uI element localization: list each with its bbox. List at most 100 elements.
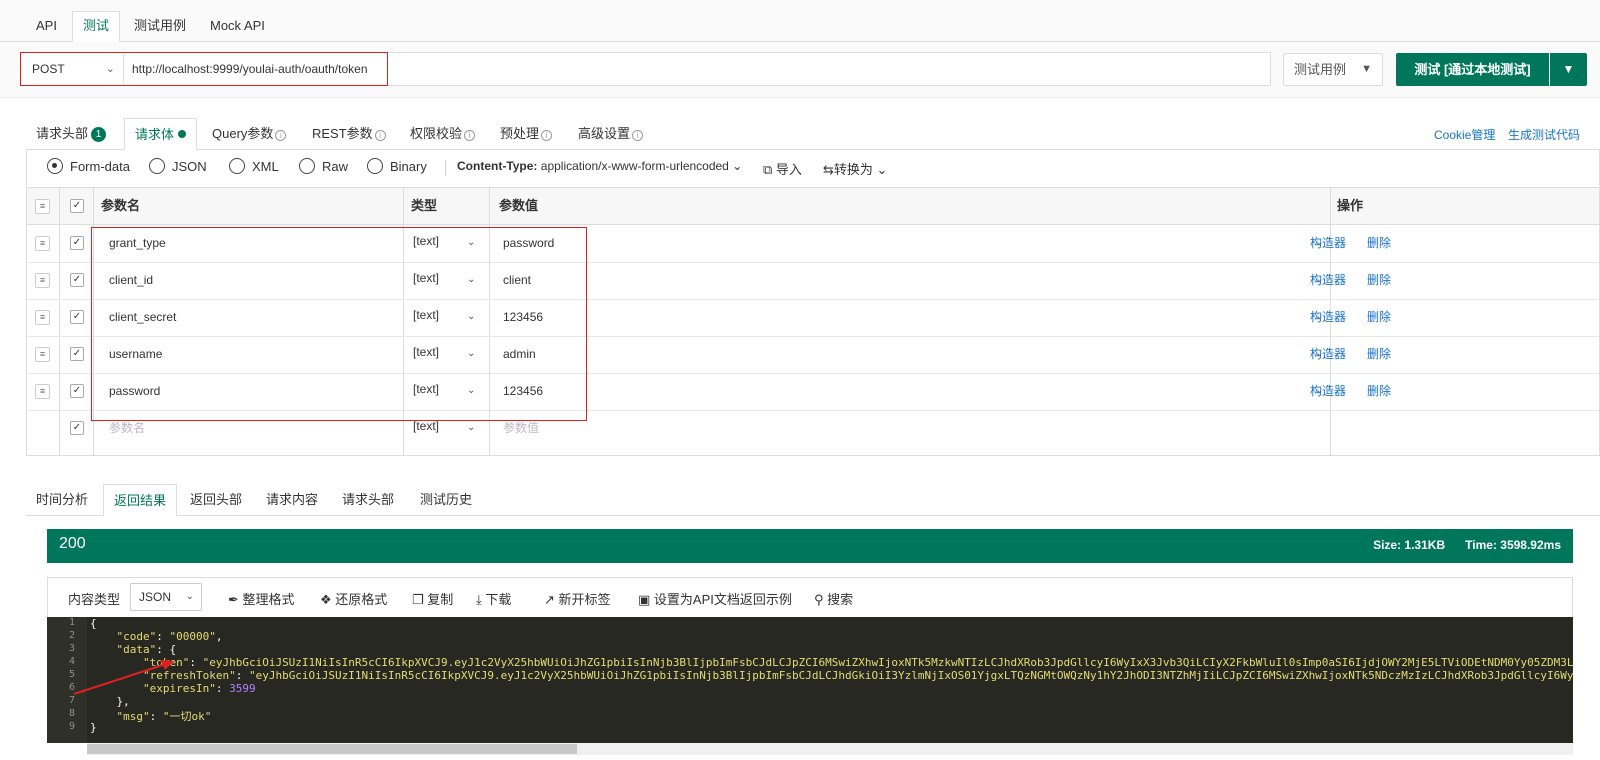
format-label: 整理格式 (242, 592, 295, 607)
generate-code-link[interactable]: 生成测试代码 (1508, 126, 1580, 143)
import-button[interactable]: ⧉ 导入 (763, 159, 802, 178)
radio-binary[interactable]: Binary (367, 158, 427, 174)
content-type-select[interactable]: JSON ⌄ (130, 583, 202, 611)
tab-advanced[interactable]: 高级设置 i (568, 118, 653, 149)
time-value: 3598.92ms (1500, 538, 1561, 552)
row-checkbox[interactable]: ✓ (70, 384, 84, 398)
json-key: "data" (116, 643, 157, 656)
delete-link[interactable]: 删除 (1367, 373, 1391, 410)
code-line: "data": { (116, 643, 177, 656)
json-value: "一切ok" (162, 710, 212, 723)
row-checkbox[interactable]: ✓ (70, 310, 84, 324)
tab-time-analysis[interactable]: 时间分析 (26, 484, 98, 515)
code-text: } (90, 721, 97, 734)
caret-down-icon: ▼ (1361, 63, 1372, 75)
tab-request-headers[interactable]: 请求头部 1 (26, 118, 116, 149)
tab-api[interactable]: API (26, 12, 67, 42)
tab-mock-api[interactable]: Mock API (200, 12, 275, 42)
row-checkbox[interactable]: ✓ (70, 273, 84, 287)
download-icon: ⤓ (476, 592, 482, 607)
tab-auth[interactable]: 权限校验 i (400, 118, 485, 149)
code-text: { (90, 617, 97, 630)
set-example-label: 设置为API文档返回示例 (653, 592, 792, 607)
radio-json[interactable]: JSON (149, 158, 207, 174)
builder-link[interactable]: 构造器 (1310, 262, 1346, 299)
delete-link[interactable]: 删除 (1367, 336, 1391, 373)
info-icon: i (275, 130, 287, 141)
content-type-label: 内容类型 (68, 592, 121, 607)
tab-response-result[interactable]: 返回结果 (103, 484, 178, 516)
radio-circle (149, 158, 165, 174)
radio-xml[interactable]: XML (229, 158, 279, 174)
cookie-manage-link[interactable]: Cookie管理 (1434, 126, 1495, 143)
tab-response-headers[interactable]: 返回头部 (180, 484, 252, 515)
new-tab-button[interactable]: ↗ 新开标签 (544, 589, 611, 608)
line-number: 2 (68, 630, 75, 641)
menu-icon[interactable]: ≡ (35, 199, 50, 214)
search-icon: ⚲ (814, 592, 824, 607)
header-type: 类型 (411, 198, 438, 213)
row-checkbox[interactable]: ✓ (70, 347, 84, 361)
download-button[interactable]: ⤓ 下载 (476, 589, 511, 608)
import-icon: ⧉ (763, 162, 773, 177)
code-line: { (90, 617, 97, 630)
drag-handle-icon[interactable]: ≡ (35, 347, 50, 362)
json-value: "eyJhbGciOiJSUzI1NiIsInR5cCI6IkpXVCJ9.ey… (248, 669, 1573, 682)
tab-label: 权限校验 (410, 126, 463, 141)
set-example-button[interactable]: ▣ 设置为API文档返回示例 (638, 589, 792, 608)
json-value: "00000" (169, 630, 216, 643)
test-case-dropdown[interactable]: 测试用例 ▼ (1283, 53, 1383, 86)
tab-label: 请求头部 (36, 126, 89, 141)
builder-link[interactable]: 构造器 (1310, 373, 1346, 410)
tab-preprocess[interactable]: 预处理 i (490, 118, 562, 149)
drag-handle-icon[interactable]: ≡ (35, 310, 50, 325)
drag-handle-icon[interactable]: ≡ (35, 273, 50, 288)
format-button[interactable]: ✒ 整理格式 (228, 589, 295, 608)
response-code-viewer[interactable]: 1 2 3 4 5 6 7 8 9 { "code": "00000", "da… (47, 617, 1573, 743)
search-label: 搜索 (827, 592, 854, 607)
chevron-down-icon: ⌄ (876, 162, 888, 177)
builder-link[interactable]: 构造器 (1310, 299, 1346, 336)
drag-handle-icon[interactable]: ≡ (35, 236, 50, 251)
delete-link[interactable]: 删除 (1367, 225, 1391, 262)
tab-test-history[interactable]: 测试历史 (410, 484, 482, 515)
save-icon: ▣ (638, 592, 651, 607)
content-type-select[interactable]: Content-Type: application/x-www-form-url… (457, 159, 742, 173)
radio-circle (367, 158, 383, 174)
convert-dropdown[interactable]: ⇆转换为 ⌄ (823, 159, 887, 178)
tab-request-content[interactable]: 请求内容 (256, 484, 328, 515)
download-label: 下载 (485, 592, 512, 607)
content-type-value: JSON (139, 590, 172, 604)
row-checkbox[interactable]: ✓ (70, 236, 84, 250)
tab-request-headers-resp[interactable]: 请求头部 (332, 484, 404, 515)
builder-link[interactable]: 构造器 (1310, 336, 1346, 373)
copy-label: 复制 (427, 592, 454, 607)
drag-handle-icon[interactable]: ≡ (35, 384, 50, 399)
radio-label: XML (252, 159, 279, 174)
select-all-checkbox[interactable]: ✓ (70, 199, 84, 213)
tab-test-cases[interactable]: 测试用例 (124, 12, 196, 42)
radio-form-data[interactable]: Form-data (47, 158, 130, 174)
search-button[interactable]: ⚲ 搜索 (814, 589, 853, 608)
scrollbar-thumb[interactable] (87, 744, 577, 754)
builder-link[interactable]: 构造器 (1310, 225, 1346, 262)
copy-icon: ❐ (412, 592, 424, 607)
content-type-label: Content-Type: (457, 159, 538, 173)
line-number: 1 (68, 617, 75, 628)
delete-link[interactable]: 删除 (1367, 262, 1391, 299)
content-type-value: application/x-www-form-urlencoded (540, 159, 729, 173)
tab-rest-params[interactable]: REST参数 i (302, 118, 396, 149)
annotation-arrow (73, 660, 174, 695)
restore-format-button[interactable]: ❖ 还原格式 (320, 589, 387, 608)
copy-button[interactable]: ❐ 复制 (412, 589, 453, 608)
response-status-bar: 200 Size: 1.31KB Time: 3598.92ms (47, 529, 1573, 563)
run-test-dropdown[interactable]: ▼ (1549, 53, 1587, 86)
radio-raw[interactable]: Raw (299, 158, 348, 174)
run-test-button[interactable]: 测试 [通过本地测试] (1396, 53, 1549, 86)
tab-test[interactable]: 测试 (72, 11, 121, 42)
delete-link[interactable]: 删除 (1367, 299, 1391, 336)
radio-label: Binary (390, 159, 427, 174)
tab-query-params[interactable]: Query参数 i (202, 118, 296, 149)
tab-request-body[interactable]: 请求体 (124, 118, 198, 150)
row-checkbox[interactable]: ✓ (70, 421, 84, 435)
